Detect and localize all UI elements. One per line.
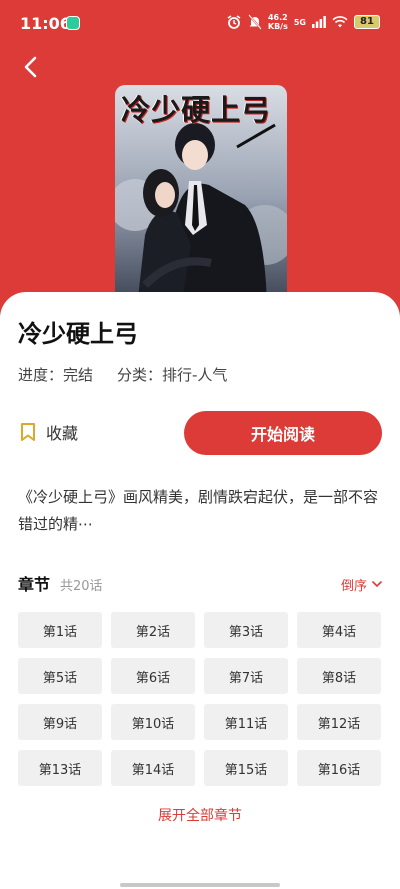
chapter-item[interactable]: 第15话 — [204, 750, 288, 786]
chapter-item[interactable]: 第7话 — [204, 658, 288, 694]
chapter-item[interactable]: 第4话 — [297, 612, 381, 648]
chapter-item[interactable]: 第1话 — [18, 612, 102, 648]
start-reading-label: 开始阅读 — [250, 425, 315, 444]
net-speed-value: 46.2 — [267, 13, 288, 22]
net-speed-unit: KB/s — [267, 22, 288, 31]
status-icons: 46.2 KB/s 5G 81 — [226, 13, 380, 31]
book-meta: 进度：完结 分类：排行-人气 — [18, 364, 227, 385]
home-indicator[interactable] — [120, 883, 280, 887]
battery-icon: 81 — [354, 15, 380, 29]
chapter-item[interactable]: 第14话 — [111, 750, 195, 786]
chapter-item[interactable]: 第3话 — [204, 612, 288, 648]
chapter-item[interactable]: 第16话 — [297, 750, 381, 786]
chevron-down-icon — [372, 581, 382, 588]
collect-button[interactable]: 收藏 — [20, 420, 78, 444]
mute-icon — [248, 14, 262, 30]
chapter-item[interactable]: 第10话 — [111, 704, 195, 740]
back-arrow-icon — [24, 56, 37, 78]
cover-title: 冷少硬上弓 — [121, 93, 272, 127]
sort-label: 倒序 — [340, 579, 367, 594]
book-cover[interactable]: 冷少硬上弓 — [115, 85, 287, 307]
book-category: 分类：排行-人气 — [117, 366, 228, 384]
status-time: 11:06 — [20, 14, 71, 33]
chapter-item[interactable]: 第5话 — [18, 658, 102, 694]
app-notification-icon — [66, 16, 80, 30]
chapter-grid: 第1话 第2话 第3话 第4话 第5话 第6话 第7话 第8话 第9话 第10话 第11话 第12话第… — [18, 612, 382, 786]
wifi-icon — [332, 16, 348, 28]
start-reading-button[interactable]: 开始阅读 — [184, 411, 382, 455]
back-button[interactable] — [16, 52, 46, 82]
alarm-icon — [227, 15, 241, 29]
chapter-header: 章节 共20话 倒序 — [18, 571, 382, 595]
chapter-item[interactable]: 第12话 — [297, 704, 381, 740]
sort-toggle[interactable]: 倒序 — [341, 575, 382, 594]
book-description: 《冷少硬上弓》画风精美，剧情跌宕起伏，是一部不容错过的精⋯ — [18, 488, 379, 533]
chapter-section-title: 章节 — [18, 575, 51, 594]
chapter-count: 共20话 — [60, 579, 103, 594]
status-bar: 11:06 46.2 KB/s 5G 81 — [0, 0, 400, 48]
signal-label: 5G — [293, 17, 306, 27]
signal-icon — [312, 16, 326, 28]
book-progress: 进度：完结 — [18, 366, 94, 384]
collect-label: 收藏 — [46, 424, 79, 443]
chapter-item[interactable]: 第2话 — [111, 612, 195, 648]
book-title: 冷少硬上弓 — [18, 320, 138, 348]
net-speed: 46.2 KB/s — [268, 13, 288, 31]
chapter-item[interactable]: 第8话 — [297, 658, 381, 694]
bookmark-icon — [21, 423, 35, 441]
chapter-item[interactable]: 第13话 — [18, 750, 102, 786]
expand-all-chapters-button[interactable]: 展开全部章节 — [0, 805, 400, 825]
chapter-item[interactable]: 第6话 — [111, 658, 195, 694]
chapter-item[interactable]: 第11话 — [204, 704, 288, 740]
chapter-item[interactable]: 第9话 — [18, 704, 102, 740]
